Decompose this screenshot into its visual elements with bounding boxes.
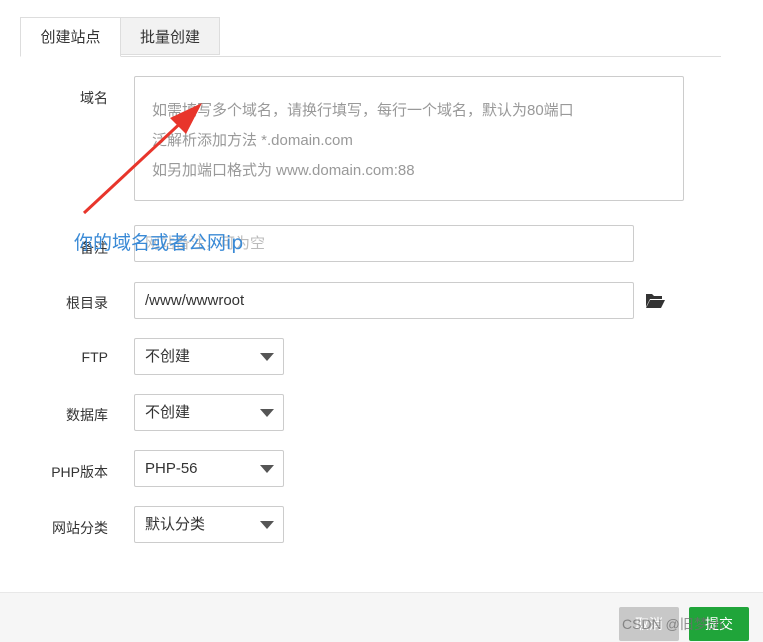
site-category-label: 网站分类 [52, 520, 108, 536]
domain-placeholder-line: 如另加端口格式为 www.domain.com:88 [152, 162, 415, 179]
database-select-value: 不创建 [145, 404, 191, 421]
domain-textarea[interactable]: 如需填写多个域名，请换行填写，每行一个域名，默认为80端口 泛解析添加方法 *.… [134, 76, 684, 201]
chevron-down-icon [260, 521, 274, 529]
watermark: CSDN @旧梦ch. [622, 616, 727, 632]
root-dir-label: 根目录 [66, 295, 108, 311]
folder-open-icon[interactable] [645, 292, 665, 308]
database-label: 数据库 [66, 407, 108, 423]
annotation-text: 你的域名或者公网ip [74, 232, 244, 254]
chevron-down-icon [260, 353, 274, 361]
root-dir-input[interactable]: /www/wwwroot [134, 282, 634, 319]
domain-placeholder-line: 泛解析添加方法 *.domain.com [152, 132, 353, 149]
domain-label: 域名 [80, 90, 108, 106]
site-category-select[interactable]: 默认分类 [134, 506, 284, 543]
tab-bar: 创建站点 批量创建 [20, 17, 721, 57]
php-version-select[interactable]: PHP-56 [134, 450, 284, 487]
tab-create-site[interactable]: 创建站点 [20, 17, 121, 57]
database-select[interactable]: 不创建 [134, 394, 284, 431]
site-category-value: 默认分类 [145, 516, 206, 533]
php-version-label: PHP版本 [51, 464, 108, 480]
chevron-down-icon [260, 409, 274, 417]
ftp-select-value: 不创建 [145, 348, 191, 365]
chevron-down-icon [260, 465, 274, 473]
php-version-value: PHP-56 [145, 460, 198, 477]
tab-batch-create[interactable]: 批量创建 [120, 17, 220, 55]
ftp-select[interactable]: 不创建 [134, 338, 284, 375]
ftp-label: FTP [81, 349, 108, 365]
domain-placeholder-line: 如需填写多个域名，请换行填写，每行一个域名，默认为80端口 [152, 102, 574, 119]
